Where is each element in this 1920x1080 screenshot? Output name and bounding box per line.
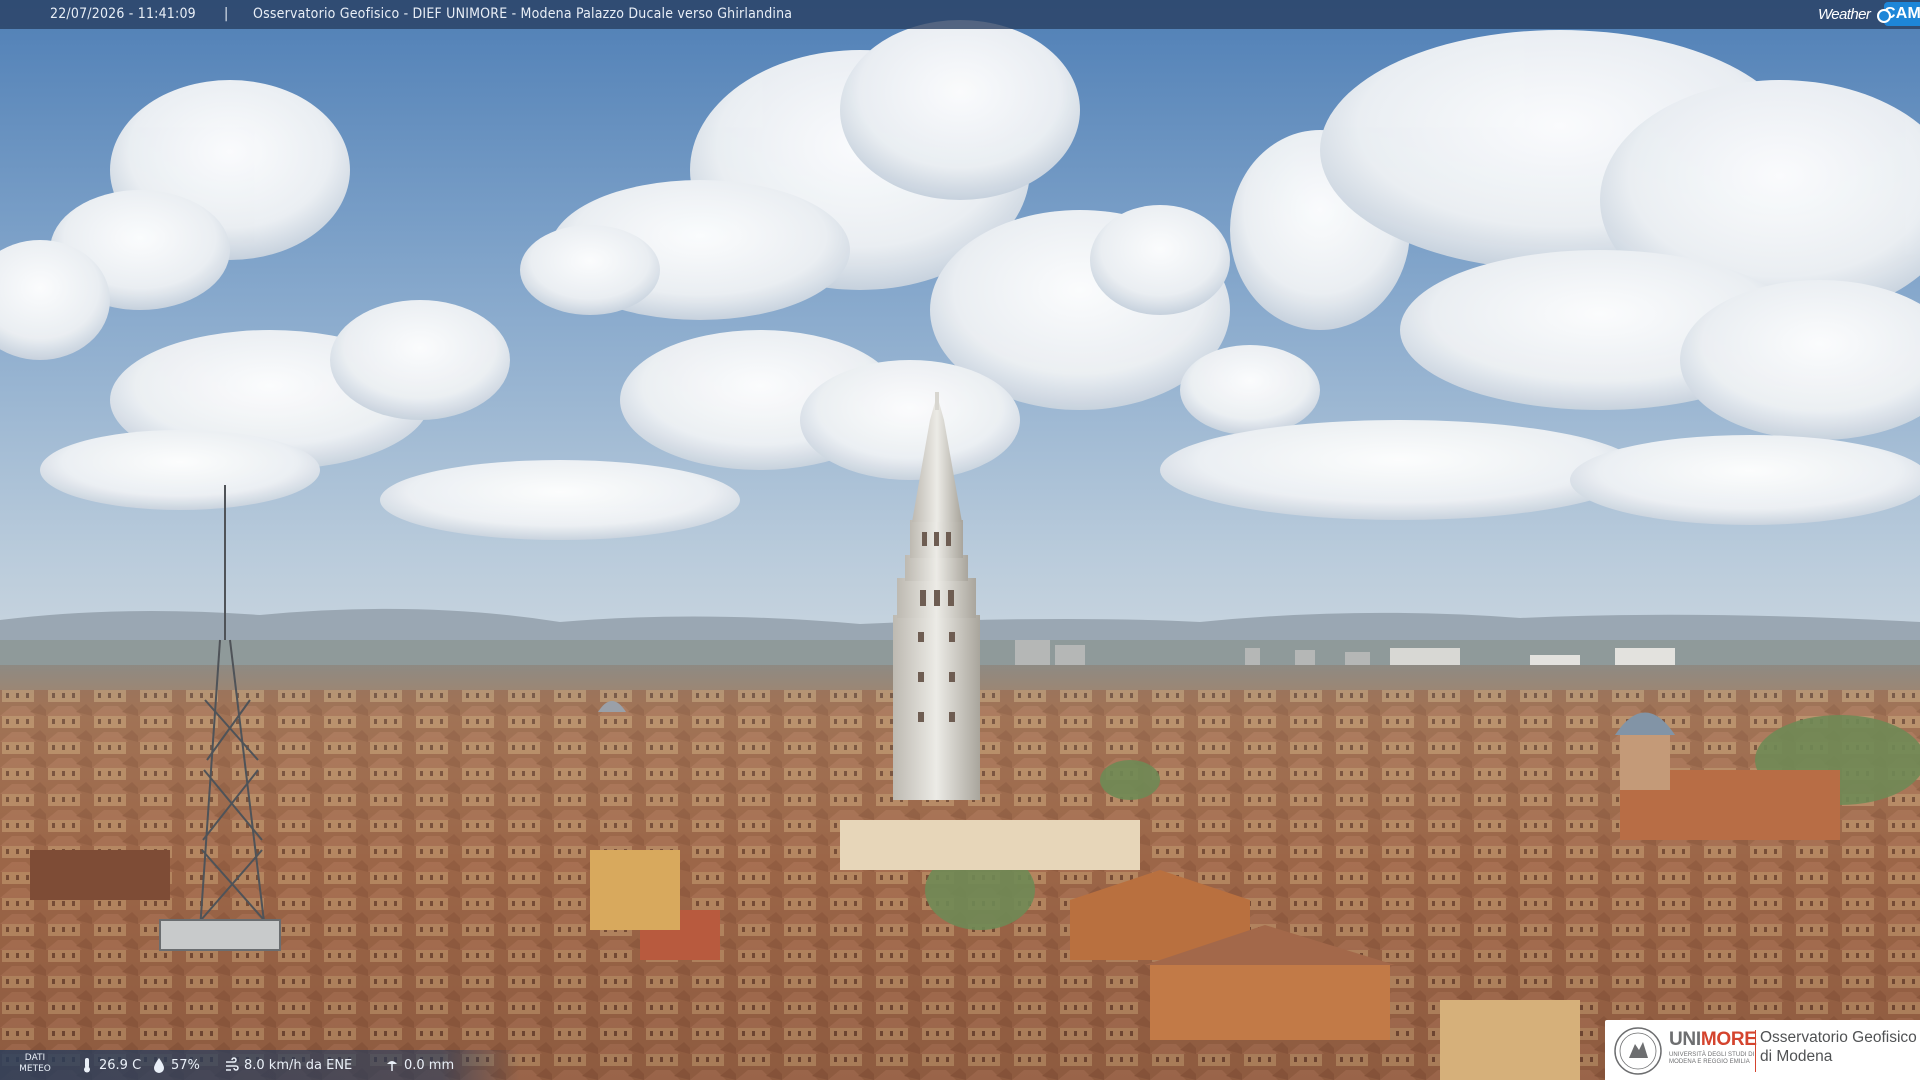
camera-title: Osservatorio Geofisico - DIEF UNIMORE - … bbox=[253, 6, 793, 22]
temperature-value: 26.9 C bbox=[99, 1057, 142, 1073]
meteo-wind: 8.0 km/h da ENE bbox=[225, 1050, 352, 1080]
weathercam-logo-cam: CAM bbox=[1877, 2, 1920, 26]
unimore-wordmark-more: MORE bbox=[1700, 1029, 1757, 1050]
meteo-temperature: 26.9 C bbox=[80, 1050, 141, 1080]
observatory-name: Osservatorio Geofisico di Modena bbox=[1760, 1028, 1917, 1066]
meteo-rain: 0.0 mm bbox=[385, 1050, 454, 1080]
logo-divider bbox=[1755, 1030, 1756, 1072]
timestamp: 22/07/2026 - 11:41:09 bbox=[50, 6, 196, 22]
webcam-image bbox=[0, 0, 1920, 1080]
observatory-line-1: Osservatorio Geofisico bbox=[1760, 1029, 1917, 1046]
unimore-wordmark: UNIMORE bbox=[1669, 1029, 1757, 1051]
meteo-humidity: 57% bbox=[152, 1050, 200, 1080]
rain-icon bbox=[387, 1061, 397, 1071]
meteo-label: DATI METEO bbox=[19, 1053, 51, 1074]
thermometer-icon bbox=[84, 1058, 90, 1073]
unimore-seal-icon bbox=[1614, 1027, 1662, 1075]
weathercam-logo-weather: Weather bbox=[1818, 6, 1871, 23]
unimore-subtitle: UNIVERSITÀ DEGLI STUDI DI MODENA E REGGI… bbox=[1669, 1052, 1755, 1065]
city-panorama bbox=[0, 0, 1920, 1080]
rain-value: 0.0 mm bbox=[404, 1057, 455, 1073]
wind-value: 8.0 km/h da ENE bbox=[244, 1057, 353, 1073]
caption-bar: 22/07/2026 - 11:41:09 | Osservatorio Geo… bbox=[0, 0, 1920, 29]
weathercam-logo: Weather CAM bbox=[1818, 0, 1920, 29]
meteo-bar: DATI METEO 26.9 C 57% 8.0 km/h da ENE 0.… bbox=[0, 1050, 520, 1080]
humidity-drop-icon bbox=[154, 1058, 164, 1073]
unimore-logo-box: UNIMORE UNIVERSITÀ DEGLI STUDI DI MODENA… bbox=[1605, 1020, 1920, 1080]
observatory-line-2: di Modena bbox=[1760, 1048, 1833, 1065]
unimore-wordmark-uni: UNI bbox=[1669, 1029, 1701, 1050]
caption-separator: | bbox=[224, 6, 229, 22]
humidity-value: 57% bbox=[171, 1057, 200, 1073]
wind-icon bbox=[226, 1057, 239, 1071]
